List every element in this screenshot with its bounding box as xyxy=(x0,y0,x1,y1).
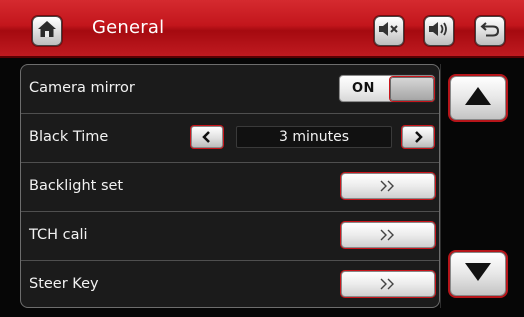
settings-list: Camera mirror ON Black Time 3 minutes Ba… xyxy=(20,64,440,308)
triangle-up-icon xyxy=(464,86,492,110)
steer-key-label: Steer Key xyxy=(29,276,99,292)
list-item: Camera mirror ON xyxy=(21,65,439,114)
double-chevron-right-icon xyxy=(379,275,397,294)
volume-button[interactable] xyxy=(424,16,454,46)
camera-mirror-label: Camera mirror xyxy=(29,80,135,96)
scroll-down-button[interactable] xyxy=(450,252,506,296)
chevron-right-icon xyxy=(412,128,424,147)
backlight-set-button[interactable] xyxy=(341,173,435,199)
tch-cali-label: TCH cali xyxy=(29,227,88,243)
black-time-decrease-button[interactable] xyxy=(191,126,223,148)
home-icon xyxy=(37,20,57,42)
black-time-label: Black Time xyxy=(29,129,109,145)
tch-cali-button[interactable] xyxy=(341,222,435,248)
scroll-up-button[interactable] xyxy=(450,76,506,120)
list-item: Black Time 3 minutes xyxy=(21,114,439,163)
main-area: Camera mirror ON Black Time 3 minutes Ba… xyxy=(0,58,524,317)
page-title: General xyxy=(92,17,165,38)
list-item: Backlight set xyxy=(21,163,439,212)
double-chevron-right-icon xyxy=(379,226,397,245)
mute-icon xyxy=(378,21,400,41)
back-button[interactable] xyxy=(475,16,505,46)
scroll-divider xyxy=(440,64,441,308)
toggle-knob[interactable] xyxy=(390,77,434,101)
double-chevron-right-icon xyxy=(379,177,397,196)
mute-button[interactable] xyxy=(374,16,404,46)
title-bar: General xyxy=(0,0,524,58)
steer-key-button[interactable] xyxy=(341,271,435,297)
home-button[interactable] xyxy=(32,16,62,46)
black-time-increase-button[interactable] xyxy=(402,126,434,148)
chevron-left-icon xyxy=(201,128,213,147)
triangle-down-icon xyxy=(464,262,492,286)
list-item: Steer Key xyxy=(21,261,439,307)
toggle-state-label: ON xyxy=(352,81,375,96)
backlight-set-label: Backlight set xyxy=(29,178,124,194)
list-item: TCH cali xyxy=(21,212,439,261)
volume-icon xyxy=(428,21,450,41)
camera-mirror-toggle[interactable]: ON xyxy=(339,75,435,102)
black-time-value: 3 minutes xyxy=(236,126,392,148)
back-arrow-icon xyxy=(480,21,500,41)
